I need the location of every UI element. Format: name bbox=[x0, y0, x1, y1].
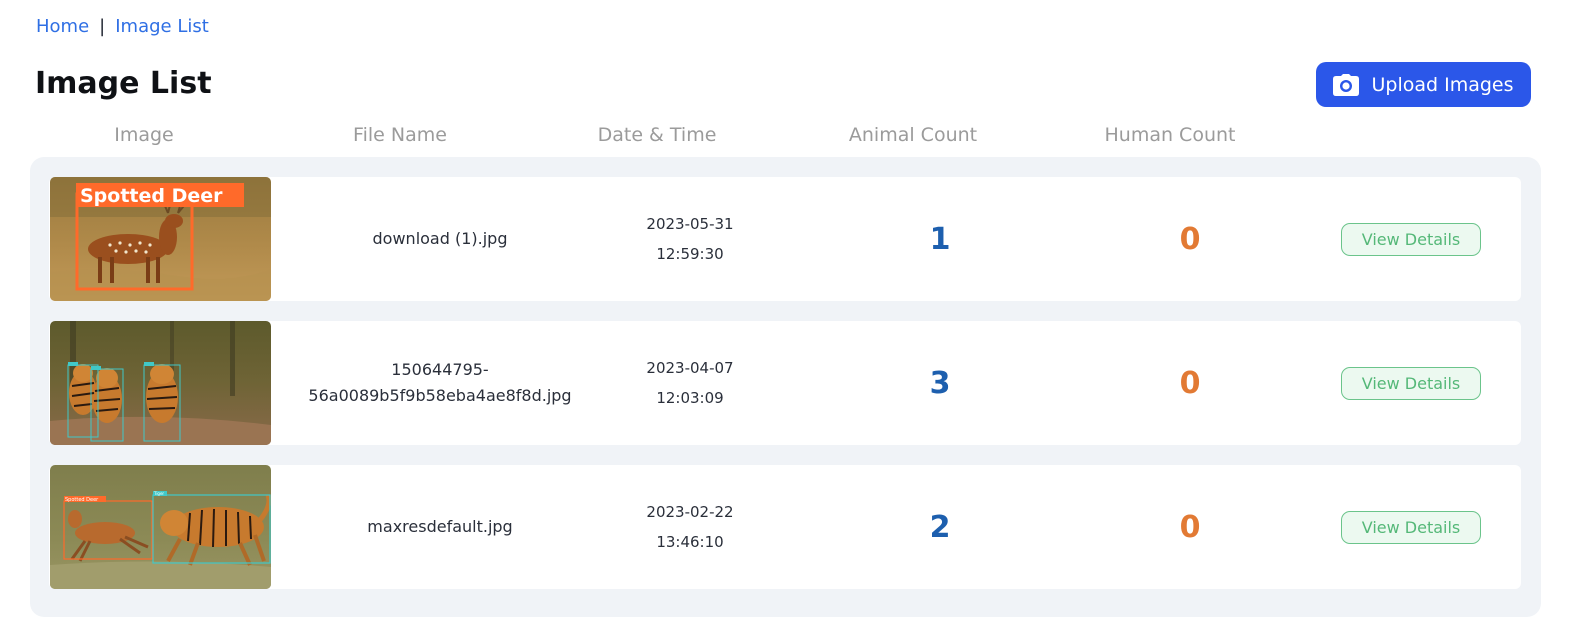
image-table: Spotted Deer download (1).jpg 2023-05-31… bbox=[30, 157, 1541, 617]
table-row: 150644795- 56a0089b5f9b58eba4ae8f8d.jpg … bbox=[49, 321, 1521, 445]
page-title: Image List bbox=[35, 66, 212, 101]
animal-count-value: 2 bbox=[929, 509, 951, 545]
breadcrumb-separator: | bbox=[99, 16, 106, 37]
column-header-date-time: Date & Time bbox=[597, 124, 717, 146]
date-time-cell: 2023-02-22 13:46:10 bbox=[646, 465, 733, 589]
image-thumbnail[interactable]: Spotted Deer bbox=[50, 177, 271, 301]
column-header-image: Image bbox=[114, 124, 174, 146]
breadcrumb-home-link[interactable]: Home bbox=[36, 16, 89, 37]
animal-count-value: 1 bbox=[929, 221, 951, 257]
animal-count-cell: 3 bbox=[930, 321, 951, 445]
date-time-cell: 2023-05-31 12:59:30 bbox=[646, 177, 733, 301]
human-count-value: 0 bbox=[1179, 509, 1201, 545]
column-headers: Image File Name Date & Time Animal Count… bbox=[0, 124, 1580, 152]
date-value: 2023-02-22 bbox=[646, 503, 734, 521]
time-value: 12:59:30 bbox=[656, 245, 724, 263]
file-name-line: 56a0089b5f9b58eba4ae8f8d.jpg bbox=[308, 386, 572, 405]
date-value: 2023-04-07 bbox=[646, 359, 734, 377]
table-row: Spotted Deer Tiger maxresdefault.jpg 202… bbox=[49, 465, 1521, 589]
view-details-button[interactable]: View Details bbox=[1341, 511, 1481, 544]
breadcrumb: Home | Image List bbox=[36, 16, 209, 37]
thumbnail-label-2: Tiger bbox=[153, 491, 164, 496]
image-thumbnail[interactable]: Spotted Deer Tiger bbox=[50, 465, 271, 589]
human-count-cell: 0 bbox=[1180, 465, 1201, 589]
human-count-value: 0 bbox=[1179, 221, 1201, 257]
view-details-button[interactable]: View Details bbox=[1341, 367, 1481, 400]
camera-icon bbox=[1333, 73, 1360, 96]
table-row: Spotted Deer download (1).jpg 2023-05-31… bbox=[49, 177, 1521, 301]
image-thumbnail[interactable] bbox=[50, 321, 271, 445]
view-details-button[interactable]: View Details bbox=[1341, 223, 1481, 256]
file-name-line: 150644795- bbox=[391, 360, 489, 379]
file-name-cell: 150644795- 56a0089b5f9b58eba4ae8f8d.jpg bbox=[308, 321, 571, 445]
column-header-animal-count: Animal Count bbox=[848, 124, 978, 146]
human-count-cell: 0 bbox=[1180, 177, 1201, 301]
file-name-cell: maxresdefault.jpg bbox=[367, 465, 512, 589]
upload-images-label: Upload Images bbox=[1371, 73, 1514, 96]
file-name-line: maxresdefault.jpg bbox=[367, 517, 513, 536]
date-time-cell: 2023-04-07 12:03:09 bbox=[646, 321, 733, 445]
time-value: 13:46:10 bbox=[656, 533, 724, 551]
thumbnail-label: Spotted Deer bbox=[80, 185, 223, 207]
column-header-human-count: Human Count bbox=[1104, 124, 1236, 146]
column-header-file-name: File Name bbox=[353, 124, 447, 146]
human-count-cell: 0 bbox=[1180, 321, 1201, 445]
upload-images-button[interactable]: Upload Images bbox=[1316, 62, 1531, 107]
breadcrumb-current-link[interactable]: Image List bbox=[115, 16, 209, 37]
animal-count-cell: 2 bbox=[930, 465, 951, 589]
animal-count-value: 3 bbox=[929, 365, 951, 401]
animal-count-cell: 1 bbox=[930, 177, 951, 301]
thumbnail-label: Spotted Deer bbox=[65, 497, 99, 503]
file-name-line: download (1).jpg bbox=[372, 229, 508, 248]
date-value: 2023-05-31 bbox=[646, 215, 734, 233]
file-name-cell: download (1).jpg bbox=[373, 177, 508, 301]
time-value: 12:03:09 bbox=[656, 389, 724, 407]
human-count-value: 0 bbox=[1179, 365, 1201, 401]
